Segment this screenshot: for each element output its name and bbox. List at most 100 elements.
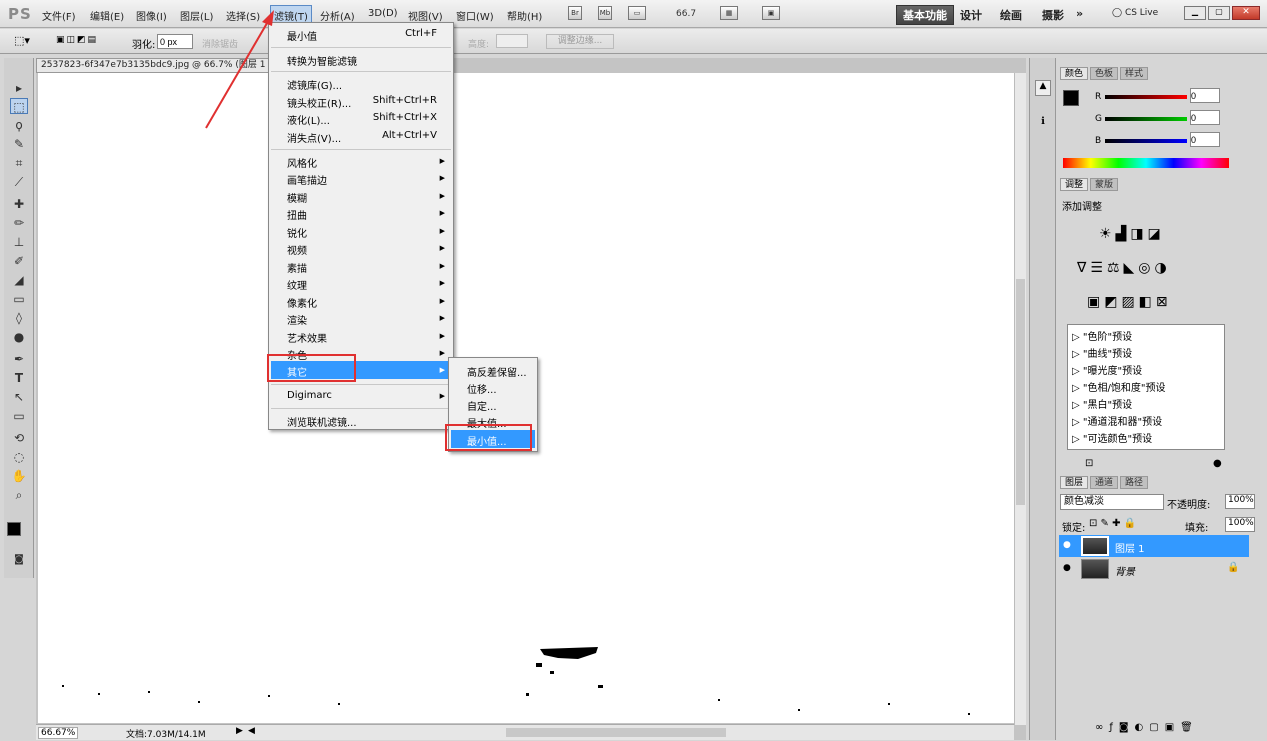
- minimize-button[interactable]: ▁: [1184, 6, 1206, 20]
- green-slider[interactable]: [1105, 117, 1187, 121]
- close-button[interactable]: ✕: [1232, 6, 1260, 20]
- info-panel-icon[interactable]: ℹ: [1035, 116, 1051, 132]
- tab-color[interactable]: 颜色: [1060, 67, 1088, 80]
- workspace-painting[interactable]: 绘画: [1000, 7, 1022, 23]
- menu-item-lens-correction[interactable]: 镜头校正(R)...: [287, 95, 351, 110]
- clone-stamp-tool-icon[interactable]: ⊥: [10, 234, 28, 250]
- tab-masks[interactable]: 蒙版: [1090, 178, 1118, 191]
- workspace-design[interactable]: 设计: [960, 7, 982, 23]
- tab-layers[interactable]: 图层: [1060, 476, 1088, 489]
- blend-mode-select[interactable]: 颜色减淡: [1060, 494, 1164, 510]
- adjustment-icons-row-3[interactable]: ▣◩▨◧⊠: [1087, 294, 1172, 310]
- preset-selective-color[interactable]: ▷ "可选颜色"预设: [1072, 430, 1152, 445]
- adjustment-icons-row-1[interactable]: ☀▟◨◪: [1099, 226, 1165, 242]
- marquee-tool-icon[interactable]: ⬚: [10, 98, 28, 114]
- path-selection-tool-icon[interactable]: ↖: [10, 389, 28, 405]
- layer-row-background[interactable]: ● 背景 🔒: [1059, 558, 1249, 580]
- histogram-panel-icon[interactable]: ▲: [1035, 80, 1051, 96]
- vertical-scrollbar[interactable]: [1014, 73, 1026, 725]
- tab-styles[interactable]: 样式: [1120, 67, 1148, 80]
- menu-item-digimarc[interactable]: Digimarc: [287, 390, 332, 401]
- menu-window[interactable]: 窗口(W): [456, 8, 494, 23]
- menu-item-stylize[interactable]: 风格化: [287, 155, 317, 170]
- color-spectrum-bar[interactable]: [1063, 158, 1229, 168]
- quick-mask-icon[interactable]: ◙: [10, 552, 28, 568]
- eraser-tool-icon[interactable]: ◢: [10, 272, 28, 288]
- screen-mode-menu-icon[interactable]: ▣: [762, 6, 780, 20]
- submenu-item-custom[interactable]: 自定...: [467, 398, 497, 413]
- scroll-left-arrow-icon[interactable]: ◀: [248, 726, 255, 736]
- pen-tool-icon[interactable]: ✒: [10, 351, 28, 367]
- adjustment-clip-icon[interactable]: ⊡: [1085, 458, 1093, 469]
- horizontal-scrollbar-thumb[interactable]: [506, 728, 726, 737]
- blur-tool-icon[interactable]: ◊: [10, 310, 28, 326]
- menu-item-brush-strokes[interactable]: 画笔描边: [287, 172, 327, 187]
- layer-visibility-eye-icon[interactable]: ●: [1063, 540, 1071, 550]
- brush-tool-icon[interactable]: ✏: [10, 215, 28, 231]
- healing-brush-tool-icon[interactable]: ✚: [10, 196, 28, 212]
- screen-mode-icon[interactable]: ▭: [628, 6, 646, 20]
- adjustment-presets-list[interactable]: ▷ "色阶"预设 ▷ "曲线"预设 ▷ "曝光度"预设 ▷ "色相/饱和度"预设…: [1067, 324, 1225, 450]
- adjustment-icons-row-2[interactable]: ∇☰⚖◣◎◑: [1077, 260, 1171, 276]
- layer-visibility-eye-icon[interactable]: ●: [1063, 563, 1071, 573]
- menu-item-blur[interactable]: 模糊: [287, 190, 307, 205]
- tab-adjustments[interactable]: 调整: [1060, 178, 1088, 191]
- foreground-color-swatch[interactable]: [7, 522, 21, 536]
- selection-mode-icons[interactable]: ▣◫◩▤: [56, 35, 118, 48]
- menu-item-pixelate[interactable]: 像素化: [287, 295, 317, 310]
- mini-bridge-icon[interactable]: Mb: [598, 6, 612, 20]
- opacity-input[interactable]: 100%: [1225, 494, 1255, 509]
- preset-exposure[interactable]: ▷ "曝光度"预设: [1072, 362, 1142, 377]
- layer-actions-icons[interactable]: ∞ƒ◙◐▢▣🗑: [1095, 722, 1199, 733]
- feather-input[interactable]: [157, 34, 193, 49]
- arrange-documents-icon[interactable]: ▦: [720, 6, 738, 20]
- 3d-orbit-tool-icon[interactable]: ◌: [10, 449, 28, 465]
- tab-channels[interactable]: 通道: [1090, 476, 1118, 489]
- menu-item-filter-gallery[interactable]: 滤镜库(G)...: [287, 77, 342, 92]
- zoom-readout[interactable]: 66.67%: [38, 727, 78, 739]
- scrollbar-thumb[interactable]: [1016, 279, 1025, 505]
- dodge-tool-icon[interactable]: ●: [10, 329, 28, 345]
- tab-swatches[interactable]: 色板: [1090, 67, 1118, 80]
- menu-image[interactable]: 图像(I): [136, 8, 167, 23]
- red-value-input[interactable]: [1190, 88, 1220, 103]
- menu-item-browse-filters[interactable]: 浏览联机滤镜...: [287, 414, 357, 429]
- menu-3d[interactable]: 3D(D): [368, 8, 398, 19]
- menu-help[interactable]: 帮助(H): [507, 8, 542, 23]
- menu-file[interactable]: 文件(F): [42, 8, 76, 23]
- green-value-input[interactable]: [1190, 110, 1220, 125]
- marquee-preset-icon[interactable]: ⬚▾: [14, 34, 40, 48]
- hand-tool-icon[interactable]: ✋: [10, 468, 28, 484]
- adjustment-visibility-icon[interactable]: ●: [1213, 458, 1222, 469]
- workspace-more[interactable]: »: [1076, 7, 1083, 20]
- menu-edit[interactable]: 编辑(E): [90, 8, 124, 23]
- history-brush-tool-icon[interactable]: ✐: [10, 253, 28, 269]
- preset-curves[interactable]: ▷ "曲线"预设: [1072, 345, 1132, 360]
- fill-input[interactable]: 100%: [1225, 517, 1255, 532]
- tab-paths[interactable]: 路径: [1120, 476, 1148, 489]
- menu-item-vanishing-point[interactable]: 消失点(V)...: [287, 130, 341, 145]
- lock-icons[interactable]: ⊡ ✎ ✚ 🔒: [1089, 518, 1136, 529]
- preset-channel-mixer[interactable]: ▷ "通道混和器"预设: [1072, 413, 1162, 428]
- menu-item-render[interactable]: 渲染: [287, 312, 307, 327]
- menu-item-artistic[interactable]: 艺术效果: [287, 330, 327, 345]
- menu-item-smart-filter[interactable]: 转换为智能滤镜: [287, 53, 357, 68]
- status-menu-arrow-icon[interactable]: ▶: [236, 726, 243, 736]
- lasso-tool-icon[interactable]: ϙ: [10, 117, 28, 133]
- restore-button[interactable]: ▢: [1208, 6, 1230, 20]
- refine-edge-button[interactable]: 调整边缘...: [546, 34, 614, 49]
- color-foreground-swatch[interactable]: [1063, 90, 1079, 106]
- quick-selection-tool-icon[interactable]: ✎: [10, 136, 28, 152]
- submenu-item-high-pass[interactable]: 高反差保留...: [467, 364, 527, 379]
- blue-value-input[interactable]: [1190, 132, 1220, 147]
- workspace-essentials[interactable]: 基本功能: [896, 5, 954, 25]
- menu-item-sketch[interactable]: 素描: [287, 260, 307, 275]
- menu-item-sharpen[interactable]: 锐化: [287, 225, 307, 240]
- menu-view[interactable]: 视图(V): [408, 8, 443, 23]
- menu-item-liquify[interactable]: 液化(L)...: [287, 112, 330, 127]
- cs-live-button[interactable]: ◯ CS Live: [1112, 8, 1158, 18]
- workspace-photography[interactable]: 摄影: [1042, 7, 1064, 23]
- 3d-rotate-tool-icon[interactable]: ⟲: [10, 430, 28, 446]
- layer-row-layer1[interactable]: ● 图层 1: [1059, 535, 1249, 557]
- blue-slider[interactable]: [1105, 139, 1187, 143]
